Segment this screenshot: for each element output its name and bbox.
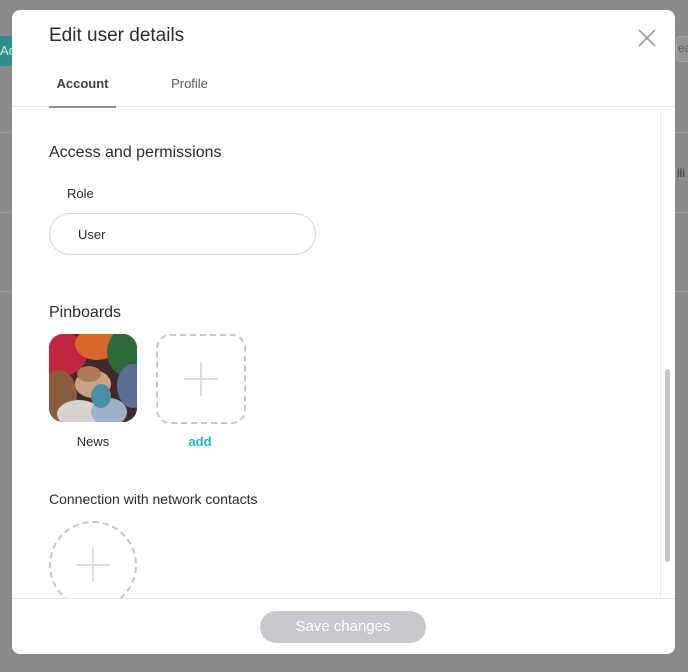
add-pinboard-button[interactable] [156,334,246,424]
modal-header: Edit user details Account Profile [12,10,675,108]
pinboard-news-image [49,334,137,422]
network-contacts-heading: Connection with network contacts [49,491,258,507]
background-row-text: lli [677,166,685,180]
close-icon [638,29,656,47]
add-contact-button[interactable] [49,521,137,598]
background-search-text: ea [678,41,688,55]
plus-icon [76,548,110,582]
tab-profile[interactable]: Profile [167,76,212,106]
scrollbar-track[interactable] [660,107,675,598]
edit-user-modal: Edit user details Account Profile Access… [12,10,675,654]
pinboard-news-thumbnail[interactable] [49,334,137,422]
role-select[interactable]: User [49,213,316,255]
modal-title: Edit user details [49,25,185,46]
pinboards-heading: Pinboards [49,304,122,321]
role-value: User [78,227,106,242]
scrollbar-thumb[interactable] [665,369,670,562]
close-button[interactable] [636,27,658,49]
modal-body: Access and permissions Role User Pinboar… [12,107,675,598]
access-permissions-heading: Access and permissions [49,144,222,161]
tab-account[interactable]: Account [49,76,116,108]
modal-footer: Save changes [12,598,675,654]
role-label: Role [67,186,94,201]
background-search-input: ea [676,36,688,62]
add-pinboard-link[interactable]: add [156,434,244,449]
plus-icon [184,362,218,396]
save-changes-button[interactable]: Save changes [260,611,426,643]
background-add-button: Ad [0,36,16,66]
pinboard-news-label[interactable]: News [49,434,137,449]
